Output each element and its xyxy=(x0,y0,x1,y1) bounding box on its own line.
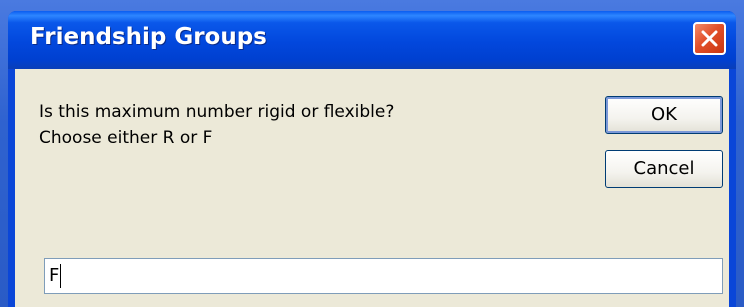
answer-input-value: F xyxy=(49,265,60,286)
answer-input[interactable]: F xyxy=(44,258,723,294)
cancel-button[interactable]: Cancel xyxy=(605,150,723,188)
dialog-title: Friendship Groups xyxy=(30,24,267,50)
close-icon xyxy=(701,30,718,47)
ok-button[interactable]: OK xyxy=(605,96,723,134)
prompt-line-1: Is this maximum number rigid or flexible… xyxy=(39,102,395,122)
dialog-body: Is this maximum number rigid or flexible… xyxy=(15,69,729,307)
dialog-window: Friendship Groups Is this maximum number… xyxy=(8,11,736,307)
close-button[interactable] xyxy=(693,22,726,55)
text-caret xyxy=(60,264,62,288)
prompt-line-2: Choose either R or F xyxy=(39,128,213,148)
title-bar[interactable]: Friendship Groups xyxy=(8,11,736,69)
prompt-text: Is this maximum number rigid or flexible… xyxy=(39,99,394,151)
